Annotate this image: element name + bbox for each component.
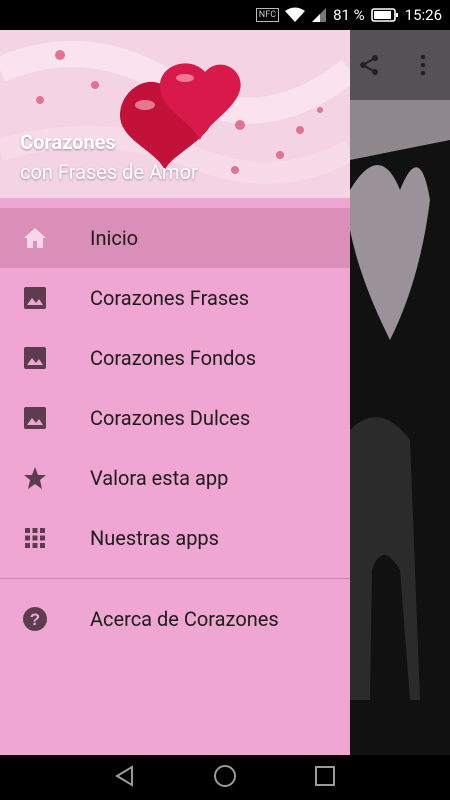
menu-item-inicio[interactable]: Inicio: [0, 208, 350, 268]
navigation-drawer: Corazones con Frases de Amor Inicio Cora…: [0, 30, 350, 755]
menu-item-label: Acerca de Corazones: [90, 607, 279, 631]
clock: 15:26: [404, 6, 442, 24]
more-vert-icon: [420, 54, 426, 76]
help-icon: ?: [22, 606, 48, 632]
back-triangle-icon: [114, 764, 133, 787]
system-nav-bar: [0, 755, 450, 800]
home-icon: [22, 225, 48, 251]
menu-item-label: Nuestras apps: [90, 526, 219, 550]
svg-text:?: ?: [30, 610, 40, 629]
back-button[interactable]: [114, 764, 136, 791]
image-icon: [22, 345, 48, 371]
battery-icon: [370, 7, 399, 23]
share-button[interactable]: [352, 48, 386, 82]
image-icon: [22, 405, 48, 431]
signal-icon: [311, 7, 327, 23]
share-icon: [360, 55, 378, 75]
menu-item-nuestras-apps[interactable]: Nuestras apps: [0, 508, 350, 568]
image-icon: [22, 285, 48, 311]
menu-item-label: Valora esta app: [90, 466, 229, 490]
recents-square-icon: [315, 765, 336, 786]
menu-item-valora[interactable]: Valora esta app: [0, 448, 350, 508]
menu-divider: [0, 578, 350, 579]
recents-button[interactable]: [314, 765, 336, 791]
nfc-icon: NFC: [255, 8, 280, 22]
drawer-subtitle: con Frases de Amor: [20, 160, 198, 184]
menu-item-corazones-fondos[interactable]: Corazones Fondos: [0, 328, 350, 388]
battery-percent: 81 %: [333, 6, 365, 24]
menu-item-acerca[interactable]: ? Acerca de Corazones: [0, 589, 350, 649]
menu-item-corazones-frases[interactable]: Corazones Frases: [0, 268, 350, 328]
menu-item-label: Corazones Frases: [90, 286, 250, 310]
status-bar: NFC 81 % 15:26: [0, 0, 450, 30]
menu-item-label: Corazones Dulces: [90, 406, 251, 430]
menu-item-corazones-dulces[interactable]: Corazones Dulces: [0, 388, 350, 448]
grid-icon: [22, 525, 48, 551]
menu-item-label: Corazones Fondos: [90, 346, 257, 370]
overflow-menu-button[interactable]: [406, 48, 440, 82]
home-circle-icon: [213, 764, 236, 787]
wifi-icon: [285, 7, 306, 23]
drawer-menu: Inicio Corazones Frases Corazones Fondos…: [0, 208, 350, 649]
drawer-header: Corazones con Frases de Amor: [0, 30, 350, 198]
home-button[interactable]: [213, 764, 237, 792]
drawer-title: Corazones: [20, 130, 116, 154]
menu-item-label: Inicio: [90, 226, 139, 250]
star-icon: [22, 465, 48, 491]
